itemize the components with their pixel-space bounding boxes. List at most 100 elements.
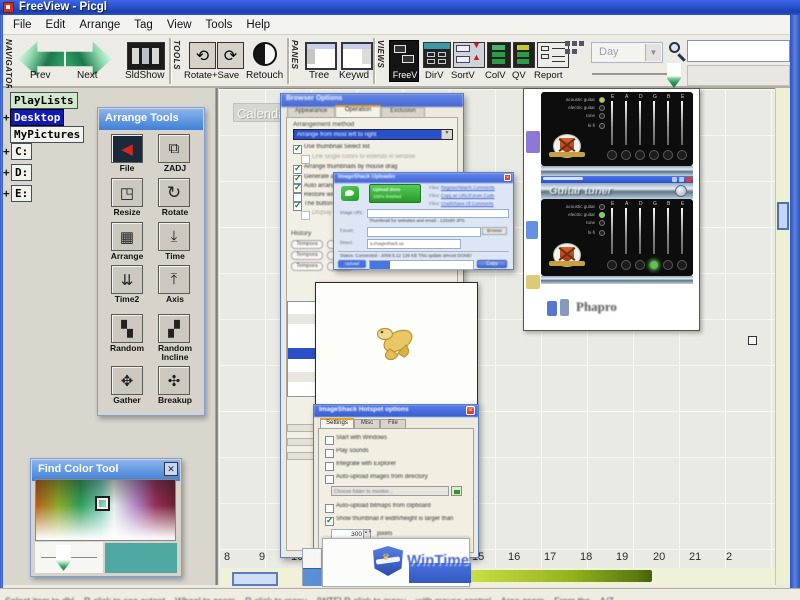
options-checkbox-7[interactable] xyxy=(301,211,310,220)
zoom-slider-handle[interactable] xyxy=(667,63,681,88)
sidebar-item-playlists[interactable]: PlayLists xyxy=(10,92,78,109)
options-checkbox-1[interactable] xyxy=(301,155,310,164)
freeview-button[interactable]: FreeV xyxy=(389,40,419,82)
string-button[interactable] xyxy=(621,260,631,270)
string-button[interactable] xyxy=(649,150,659,160)
radio-electric[interactable] xyxy=(599,212,605,218)
hotspot-checkbox-1[interactable] xyxy=(325,449,334,458)
radio-hifi[interactable] xyxy=(599,123,605,129)
menu-tools[interactable]: Tools xyxy=(206,19,233,31)
sidebar-item-d-drive[interactable]: D: xyxy=(11,164,33,181)
menu-view[interactable]: View xyxy=(167,19,192,31)
thumb-size-icon[interactable] xyxy=(565,41,587,57)
browse-folder-icon[interactable] xyxy=(451,486,462,496)
history-button[interactable]: Tempora xyxy=(291,240,323,249)
arrange-zadj-icon[interactable]: ⧉ xyxy=(158,134,190,163)
string-button-active[interactable] xyxy=(649,260,659,270)
color-cursor[interactable] xyxy=(95,496,110,511)
arrange-resize-icon[interactable]: ◳ xyxy=(111,178,143,207)
arrange-random-icon[interactable]: ▚ xyxy=(111,314,143,343)
close-icon[interactable]: ✕ xyxy=(164,462,178,476)
image-url-field[interactable] xyxy=(367,209,509,218)
sidebar-item-e-drive[interactable]: E: xyxy=(11,185,33,202)
period-select[interactable]: Day ▼ xyxy=(591,42,663,63)
rotate-right-icon[interactable]: ⟳ xyxy=(217,42,244,69)
string-button[interactable] xyxy=(607,260,617,270)
find-color-title[interactable]: Find Color Tool xyxy=(32,460,180,481)
search-input[interactable] xyxy=(687,40,790,62)
history-button[interactable]: Tempora xyxy=(291,262,323,271)
retouch-icon[interactable] xyxy=(253,42,277,66)
tree-pane-icon[interactable] xyxy=(305,42,337,70)
arrangement-dropdown-arrow-icon[interactable]: ▼ xyxy=(441,130,452,139)
sortview-icon[interactable]: ▼ ▲ xyxy=(453,40,485,68)
arrange-time2-icon[interactable]: ⇊ xyxy=(111,265,143,294)
monitor-directory-combo[interactable]: Choose folder to monitor... xyxy=(331,486,449,496)
hotspot-checkbox-0[interactable] xyxy=(325,436,334,445)
hotspot-checkbox-5[interactable] xyxy=(325,515,334,526)
arrange-random-incline-icon[interactable]: ▞ xyxy=(158,314,190,343)
sidebar-item-mypictures[interactable]: MyPictures xyxy=(10,126,85,143)
close-icon[interactable]: × xyxy=(466,406,475,415)
arrange-time-icon[interactable]: ⤓ xyxy=(158,222,190,251)
close-icon[interactable]: × xyxy=(504,174,511,181)
radio-hifi[interactable] xyxy=(599,230,605,236)
arrange-gather-icon[interactable]: ✥ xyxy=(111,366,143,395)
radio-acoustic[interactable] xyxy=(599,97,605,103)
arrange-axis-icon[interactable]: ⤒ xyxy=(158,265,190,294)
browse-button[interactable]: Browse xyxy=(482,227,507,235)
menu-tag[interactable]: Tag xyxy=(134,19,153,31)
string-button[interactable] xyxy=(663,150,673,160)
uploader-dialog-title[interactable]: ImageShack Uploader xyxy=(334,173,513,183)
expand-toggle-e[interactable]: + xyxy=(3,187,10,200)
keyword-pane-icon[interactable] xyxy=(341,42,373,70)
radio-tone[interactable] xyxy=(599,220,605,226)
history-button[interactable]: Tempora xyxy=(291,251,323,260)
menu-file[interactable]: File xyxy=(13,19,32,31)
scrollbar-thumb[interactable] xyxy=(777,202,789,230)
arrangement-method-select[interactable]: Arrange from most left to right ▼ xyxy=(293,129,453,140)
arrange-file-icon[interactable]: ◀ xyxy=(111,134,143,163)
string-button[interactable] xyxy=(663,260,673,270)
options-checkbox-6[interactable] xyxy=(293,200,302,211)
arrange-rotate-icon[interactable]: ↻ xyxy=(158,178,190,207)
zoom-slider-track[interactable] xyxy=(592,73,672,75)
uploader-link[interactable]: Crash/Save All Comments xyxy=(441,201,494,206)
wintime-window[interactable]: ♛ WinTime xyxy=(322,538,471,587)
string-button[interactable] xyxy=(621,150,631,160)
radio-acoustic[interactable] xyxy=(599,204,605,210)
sidebar-item-desktop[interactable]: Desktop xyxy=(10,109,65,126)
hotspot-checkbox-4[interactable] xyxy=(325,504,334,513)
hotspot-dialog-title[interactable]: ImageShack Hotspot options xyxy=(314,405,478,417)
string-button[interactable] xyxy=(635,150,645,160)
title-bar[interactable]: FreeView - Picgl xyxy=(0,0,800,15)
uploader-link[interactable]: Copy an URL/Forum Code xyxy=(441,193,494,198)
string-button[interactable] xyxy=(677,260,687,270)
options-checkbox-0[interactable] xyxy=(293,143,302,154)
period-dropdown-arrow-icon[interactable]: ▼ xyxy=(645,44,661,61)
slideshow-icon[interactable] xyxy=(127,42,165,70)
frog-image-window[interactable] xyxy=(315,282,478,407)
string-button[interactable] xyxy=(677,150,687,160)
rotate-left-icon[interactable]: ⟲ xyxy=(189,42,216,69)
copy-button[interactable]: Copy xyxy=(477,260,507,268)
radio-tone[interactable] xyxy=(599,113,605,119)
expand-toggle-c[interactable]: + xyxy=(3,145,10,158)
hotspot-checkbox-3[interactable] xyxy=(325,475,334,484)
hotspot-checkbox-2[interactable] xyxy=(325,462,334,471)
arrange-tools-title[interactable]: Arrange Tools xyxy=(99,109,203,130)
options-checkbox-4[interactable] xyxy=(293,182,302,193)
uploader-link[interactable]: Register/Watch Comments xyxy=(441,185,495,190)
forum-field[interactable] xyxy=(367,227,481,237)
menu-arrange[interactable]: Arrange xyxy=(79,19,120,31)
menu-help[interactable]: Help xyxy=(246,19,270,31)
tuner-collage-window[interactable]: acoustic guitar electric guitar tone hi-… xyxy=(523,88,700,331)
dirview-icon[interactable] xyxy=(423,42,451,68)
menu-edit[interactable]: Edit xyxy=(46,19,66,31)
expand-toggle-d[interactable]: + xyxy=(3,166,10,179)
expand-toggle-desktop[interactable]: + xyxy=(3,111,10,124)
colview-icon[interactable] xyxy=(487,42,511,68)
string-button[interactable] xyxy=(607,150,617,160)
arrange-arrange-icon[interactable]: ▦ xyxy=(111,222,143,251)
timeline-selection-block[interactable] xyxy=(232,572,278,586)
